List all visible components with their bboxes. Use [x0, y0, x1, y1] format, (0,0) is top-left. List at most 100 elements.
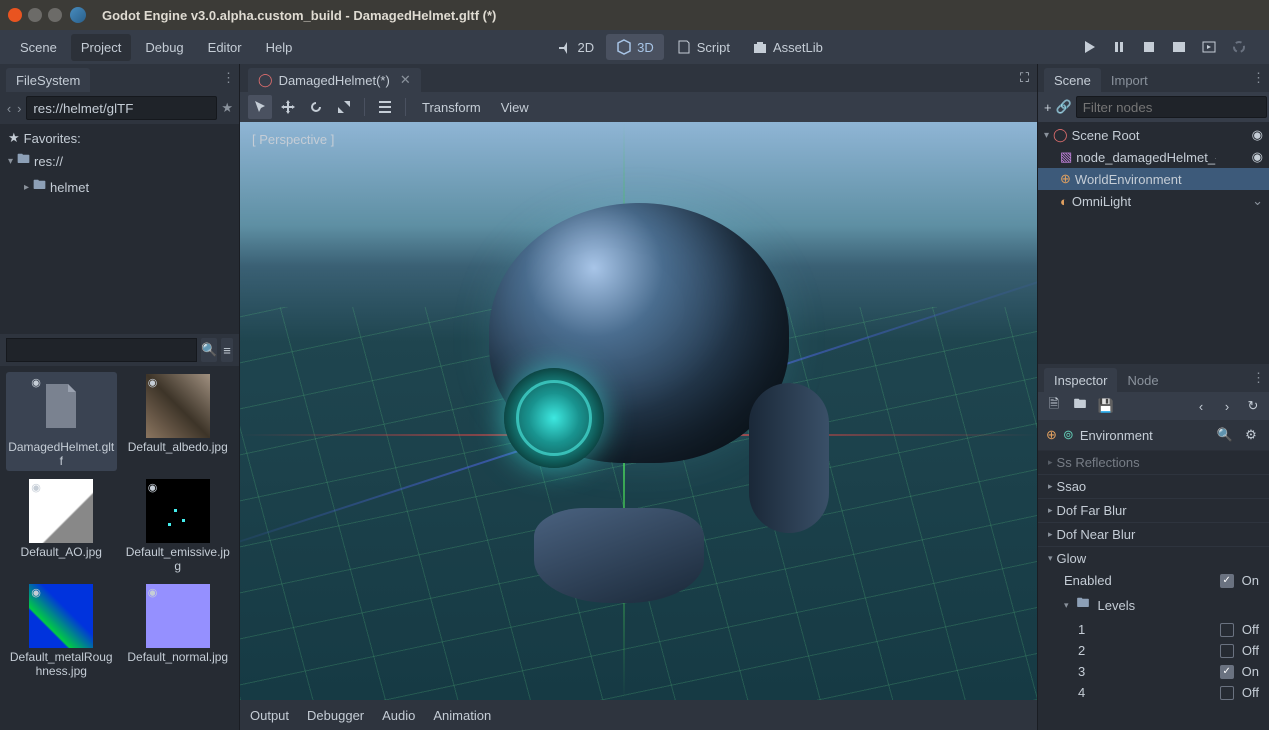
filter-nodes-input[interactable] — [1076, 96, 1267, 118]
file-item[interactable]: ◉ DamagedHelmet.gltf — [6, 372, 117, 471]
context-script[interactable]: Script — [666, 34, 740, 60]
folder-icon: 🖿 — [33, 176, 46, 198]
maximize-icon[interactable] — [48, 8, 62, 22]
glow-level-row[interactable]: 1Off — [1038, 619, 1269, 640]
list-view-icon[interactable]: ≡ — [221, 338, 233, 362]
pause-button[interactable] — [1107, 35, 1131, 59]
nav-back-button[interactable]: ‹ — [6, 97, 12, 119]
file-item[interactable]: ◉ Default_emissive.jpg — [123, 477, 234, 576]
add-node-button[interactable]: + — [1044, 97, 1052, 117]
file-item[interactable]: ◉ Default_normal.jpg — [123, 582, 234, 681]
context-3d[interactable]: 3D — [606, 34, 664, 60]
prop-section-ssao[interactable]: ▸Ssao — [1038, 474, 1269, 498]
scene-node-env[interactable]: ⊕WorldEnvironment — [1038, 168, 1269, 190]
prop-glow-enabled[interactable]: Enabled On — [1038, 570, 1269, 591]
prop-section-dof-near[interactable]: ▸Dof Near Blur — [1038, 522, 1269, 546]
load-resource-icon[interactable]: 🖿 — [1070, 396, 1090, 416]
mesh-icon: ◉ — [31, 481, 45, 495]
scale-tool[interactable] — [332, 95, 356, 119]
settings-icon[interactable]: ⚙ — [1241, 425, 1261, 445]
checkbox-icon[interactable] — [1220, 665, 1234, 679]
play-custom-button[interactable] — [1197, 35, 1221, 59]
dock-menu-icon[interactable]: ⋮ — [222, 70, 233, 86]
checkbox-icon[interactable] — [1220, 644, 1234, 658]
folder-icon: 🖿 — [1077, 594, 1090, 616]
play-button[interactable] — [1077, 35, 1101, 59]
scene-tab[interactable]: ◯ DamagedHelmet(*) ✕ — [248, 68, 421, 92]
node-tab[interactable]: Node — [1117, 368, 1168, 393]
visibility-icon[interactable]: ◉ — [1252, 127, 1263, 143]
move-tool[interactable] — [276, 95, 300, 119]
file-filter-input[interactable] — [6, 338, 197, 362]
glow-level-row[interactable]: 2Off — [1038, 640, 1269, 661]
perspective-label[interactable]: [ Perspective ] — [252, 132, 334, 147]
favorites-row[interactable]: ★Favorites: — [8, 128, 231, 148]
context-2d[interactable]: 2D — [547, 34, 605, 60]
stop-button[interactable] — [1137, 35, 1161, 59]
chevron-down-icon[interactable]: ⌄ — [1252, 193, 1263, 209]
search-icon[interactable]: 🔍 — [201, 338, 217, 362]
list-tool[interactable] — [373, 95, 397, 119]
audio-tab[interactable]: Audio — [382, 708, 415, 723]
prop-section-dof-far[interactable]: ▸Dof Far Blur — [1038, 498, 1269, 522]
resource-name: Environment — [1080, 428, 1209, 443]
nav-forward-button[interactable]: › — [16, 97, 22, 119]
inspector-tab[interactable]: Inspector — [1044, 368, 1117, 393]
expand-viewport-icon[interactable]: ⛶ — [1020, 70, 1029, 86]
context-assetlib[interactable]: AssetLib — [742, 34, 833, 60]
path-input[interactable] — [26, 96, 217, 120]
search-icon[interactable]: 🔍 — [1215, 425, 1235, 445]
save-resource-icon[interactable]: 💾 — [1096, 396, 1116, 416]
play-scene-button[interactable] — [1167, 35, 1191, 59]
new-resource-icon[interactable]: 🗎 — [1044, 396, 1064, 416]
menu-help[interactable]: Help — [256, 34, 303, 61]
dock-menu-icon[interactable]: ⋮ — [1252, 70, 1263, 86]
visibility-icon[interactable]: ◉ — [1252, 149, 1263, 165]
output-tab[interactable]: Output — [250, 708, 289, 723]
menu-project[interactable]: Project — [71, 34, 131, 61]
animation-tab[interactable]: Animation — [433, 708, 491, 723]
close-tab-icon[interactable]: ✕ — [400, 72, 411, 88]
select-tool[interactable] — [248, 95, 272, 119]
import-dock-tab[interactable]: Import — [1101, 68, 1158, 93]
tree-root[interactable]: ▾🖿res:// — [8, 148, 231, 174]
scene-node-mesh[interactable]: ▧node_damagedHelmet_-◉ — [1038, 146, 1269, 168]
dock-menu-icon[interactable]: ⋮ — [1252, 370, 1263, 386]
glow-level-row[interactable]: 3On — [1038, 661, 1269, 682]
prop-section-glow[interactable]: ▾Glow — [1038, 546, 1269, 570]
scene-node-root[interactable]: ▾◯Scene Root◉ — [1038, 124, 1269, 146]
file-item[interactable]: ◉ Default_AO.jpg — [6, 477, 117, 576]
scene-node-light[interactable]: ◐OmniLight⌄ — [1038, 190, 1269, 212]
file-grid: ◉ DamagedHelmet.gltf ◉ Default_albedo.jp… — [0, 366, 239, 730]
filesystem-tab[interactable]: FileSystem — [6, 68, 90, 93]
mesh-icon: ◉ — [31, 376, 45, 390]
menu-debug[interactable]: Debug — [135, 34, 193, 61]
tree-folder-helmet[interactable]: ▸🖿helmet — [8, 174, 231, 200]
minimize-icon[interactable] — [28, 8, 42, 22]
center-panel: ◯ DamagedHelmet(*) ✕ ⛶ Transform View [ … — [240, 64, 1037, 730]
scene-dock-tab[interactable]: Scene — [1044, 68, 1101, 93]
history-back-icon[interactable]: ‹ — [1191, 396, 1211, 416]
instance-button[interactable]: 🔗 — [1056, 97, 1072, 117]
history-forward-icon[interactable]: › — [1217, 396, 1237, 416]
checkbox-icon[interactable] — [1220, 623, 1234, 637]
history-icon[interactable]: ↻ — [1243, 396, 1263, 416]
menu-scene[interactable]: Scene — [10, 34, 67, 61]
file-item[interactable]: ◉ Default_albedo.jpg — [123, 372, 234, 471]
checkbox-icon[interactable] — [1220, 574, 1234, 588]
checkbox-icon[interactable] — [1220, 686, 1234, 700]
file-item[interactable]: ◉ Default_metalRoughness.jpg — [6, 582, 117, 681]
glow-level-row[interactable]: 4Off — [1038, 682, 1269, 703]
close-icon[interactable] — [8, 8, 22, 22]
viewport-3d[interactable]: [ Perspective ] — [240, 122, 1037, 700]
favorite-button[interactable]: ★ — [221, 100, 233, 116]
debugger-tab[interactable]: Debugger — [307, 708, 364, 723]
view-menu[interactable]: View — [493, 96, 537, 119]
environment-icon: ⊚ — [1063, 427, 1074, 443]
menu-editor[interactable]: Editor — [198, 34, 252, 61]
spinner-icon — [1227, 35, 1251, 59]
transform-menu[interactable]: Transform — [414, 96, 489, 119]
prop-glow-levels[interactable]: ▾ 🖿 Levels — [1038, 591, 1269, 619]
rotate-tool[interactable] — [304, 95, 328, 119]
prop-section[interactable]: ▸Ss Reflections — [1038, 450, 1269, 474]
